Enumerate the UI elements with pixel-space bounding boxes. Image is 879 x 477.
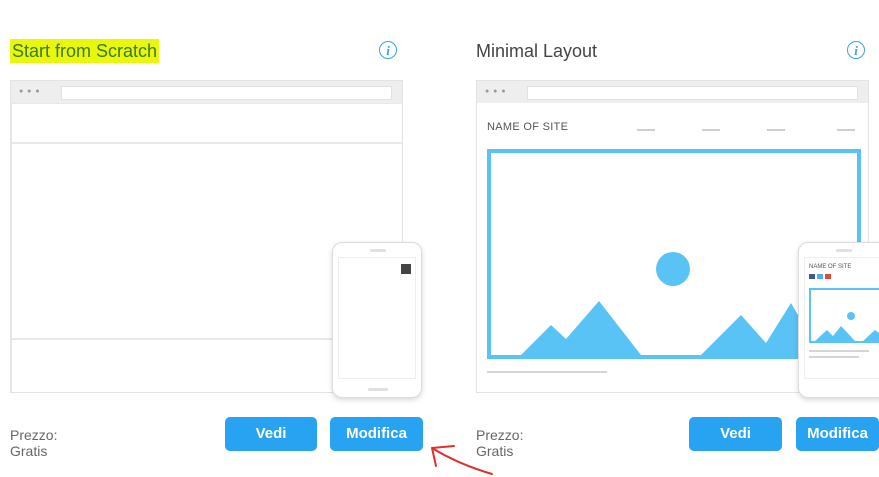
mobile-preview — [332, 242, 422, 398]
window-controls-icon: ● ● ● — [485, 88, 507, 95]
mobile-preview: NAME OF SITE — [798, 242, 879, 398]
phone-screen — [338, 257, 416, 379]
site-nav-item — [837, 129, 855, 131]
preview-header-area — [11, 103, 402, 143]
phone-home-button — [368, 388, 388, 391]
phone-site-name: NAME OF SITE — [809, 264, 852, 270]
view-button[interactable]: Vedi — [225, 417, 317, 451]
phone-text-line — [809, 350, 869, 352]
phone-text-line — [809, 356, 859, 358]
browser-bar: ● ● ● — [477, 81, 868, 104]
view-button[interactable]: Vedi — [689, 417, 782, 451]
phone-speaker — [370, 249, 386, 252]
mountains-illustration-icon — [815, 312, 879, 341]
card-title-text: Start from Scratch — [10, 39, 160, 63]
phone-speaker — [836, 249, 852, 252]
site-name: NAME OF SITE — [487, 121, 569, 133]
social-icon — [817, 274, 823, 279]
menu-icon — [401, 264, 411, 274]
site-nav-item — [767, 129, 785, 131]
site-nav-item — [702, 129, 720, 131]
phone-screen: NAME OF SITE — [804, 257, 879, 379]
address-bar — [527, 86, 858, 100]
window-controls-icon: ● ● ● — [19, 88, 41, 95]
address-bar — [61, 86, 392, 100]
social-icon — [809, 274, 815, 279]
price-label: Prezzo: Gratis — [10, 427, 58, 459]
social-icon — [825, 274, 831, 279]
card-title: Minimal Layout — [476, 41, 598, 61]
edit-button[interactable]: Modifica — [796, 417, 879, 451]
info-icon[interactable]: i — [379, 41, 397, 59]
price-label: Prezzo: Gratis — [476, 427, 524, 459]
site-footer-text — [487, 371, 607, 373]
info-icon[interactable]: i — [847, 41, 865, 59]
edit-button[interactable]: Modifica — [330, 417, 423, 451]
browser-bar: ● ● ● — [11, 81, 402, 104]
card-title: Start from Scratch — [10, 39, 160, 63]
site-nav-item — [637, 129, 655, 131]
phone-hero-placeholder — [809, 288, 879, 343]
